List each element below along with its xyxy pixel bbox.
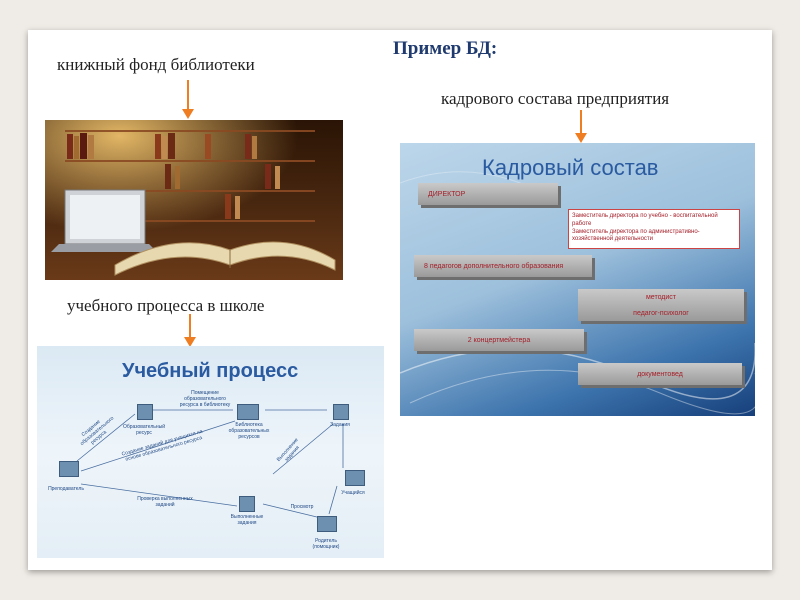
process-diagram: Учебный процесс Образовательный ресурс П…	[37, 346, 384, 558]
staff-documentalist: документовед	[578, 363, 742, 385]
label-parent: Родитель (помощник)	[312, 538, 340, 550]
label-completed: Выполненные задания	[230, 514, 264, 526]
staff-diagram-title: Кадровый состав	[482, 155, 659, 180]
caption-process: учебного процесса в школе	[67, 296, 265, 315]
label-library: Библиотека образовательных ресурсов	[228, 422, 270, 440]
staff-concertmasters: 2 концертмейстера	[414, 329, 584, 351]
caption-library: книжный фонд библиотеки	[57, 55, 255, 74]
staff-psychologist: педагог-психолог	[633, 309, 689, 317]
staff-diagram: Кадровый состав ДИРЕКТОР Заместитель дир…	[400, 143, 755, 416]
staff-deputy-1: Заместитель директора по учебно - воспит…	[572, 213, 718, 227]
library-icon	[237, 404, 259, 420]
label-teacher: Преподаватель	[48, 486, 84, 492]
tasks-icon	[333, 404, 349, 420]
arrow-staff	[575, 110, 587, 143]
completed-icon	[239, 496, 255, 512]
arrow-process	[184, 314, 196, 347]
staff-methodist-group: методист педагог-психолог	[578, 289, 744, 321]
label-view: Просмотр	[290, 504, 314, 510]
label-placing: Помещение образовательного ресурса в биб…	[179, 390, 231, 408]
student-icon	[345, 470, 365, 486]
label-resource: Образовательный ресурс	[122, 424, 166, 436]
page-title: Пример БД:	[393, 38, 498, 59]
staff-methodist: методист	[645, 293, 677, 301]
staff-director: ДИРЕКТОР	[418, 183, 558, 205]
teacher-icon	[59, 461, 79, 477]
label-student: Учащийся	[341, 490, 365, 496]
parent-icon	[317, 516, 337, 532]
label-checking: Проверка выполненных заданий	[137, 496, 193, 508]
library-photo	[45, 120, 343, 280]
label-tasks: Задания	[330, 422, 350, 428]
resource-icon	[137, 404, 153, 420]
caption-staff: кадрового состава предприятия	[441, 89, 670, 108]
staff-deputies: Заместитель директора по учебно - воспит…	[568, 209, 740, 249]
arrow-library	[182, 80, 194, 119]
staff-deputy-2: Заместитель директора по административно…	[572, 228, 700, 243]
staff-teachers: 8 педагогов дополнительного образования	[414, 255, 592, 277]
library-illustration	[45, 120, 343, 280]
